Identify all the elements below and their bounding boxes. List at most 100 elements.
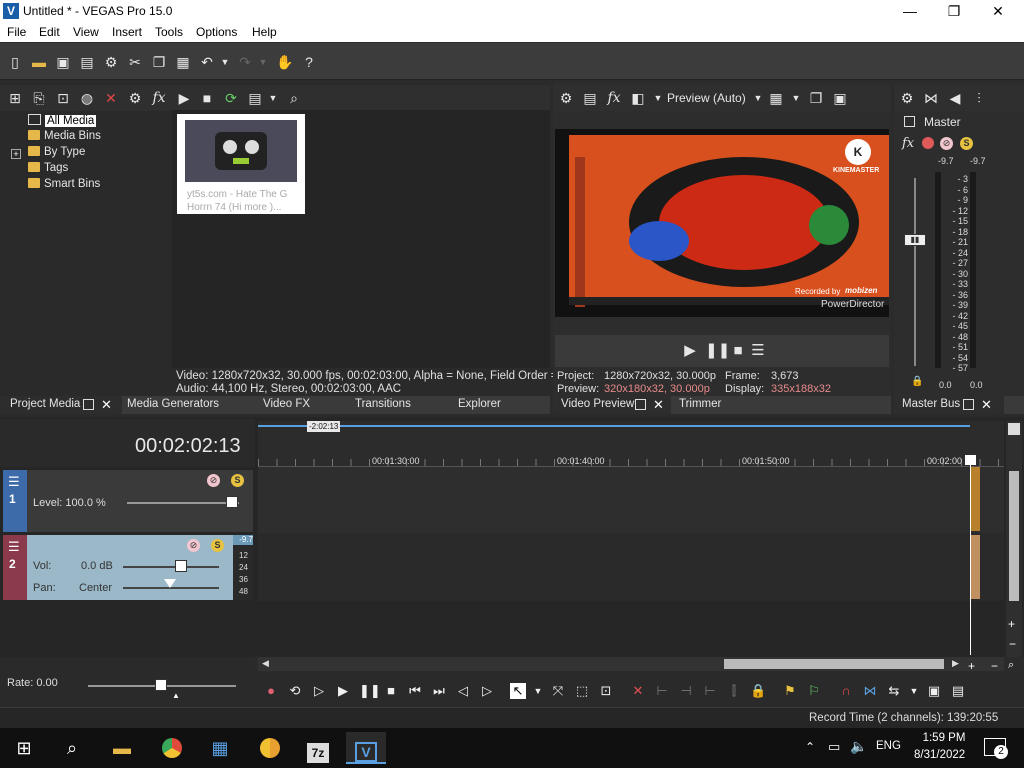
play-media-icon[interactable]: ▶	[175, 89, 193, 107]
ripple-edit-icon[interactable]: ⇆	[886, 683, 902, 699]
next-frame-icon[interactable]: ▷	[479, 683, 495, 699]
stop-media-icon[interactable]: ■	[198, 89, 216, 107]
preview-stop-icon[interactable]: ■	[729, 342, 747, 360]
copy-icon[interactable]: ❐	[150, 53, 168, 71]
tree-all-media[interactable]: All Media	[28, 114, 101, 130]
hscroll-thumb[interactable]	[724, 659, 944, 669]
zoom-out-vertical-icon[interactable]: −	[1009, 637, 1016, 651]
help-icon[interactable]: ?	[300, 53, 318, 71]
track2-lane[interactable]	[258, 533, 1004, 601]
tab-transitions[interactable]: Transitions	[355, 398, 411, 410]
capture-icon[interactable]: ⎘	[30, 89, 48, 107]
preview-tab-undock-icon[interactable]	[635, 399, 646, 410]
menu-edit[interactable]: Edit	[39, 25, 60, 39]
network-icon[interactable]: ▭	[828, 739, 840, 755]
menu-insert[interactable]: Insert	[112, 25, 142, 39]
edit-tool-dropdown-icon[interactable]: ▼	[530, 683, 546, 699]
clock-time[interactable]: 1:59 PM	[918, 732, 970, 744]
record-icon[interactable]: ●	[263, 683, 279, 699]
track1-lane[interactable]	[258, 467, 1004, 533]
tab-media-generators[interactable]: Media Generators	[127, 398, 219, 410]
tree-smart-bins[interactable]: Smart Bins	[28, 178, 101, 194]
menu-tools[interactable]: Tools	[155, 25, 183, 39]
master-checkbox[interactable]	[904, 116, 915, 127]
clock-date[interactable]: 8/31/2022	[914, 749, 965, 761]
delete-icon[interactable]: ✕	[630, 683, 646, 699]
chrome-icon[interactable]	[152, 732, 192, 764]
menu-view[interactable]: View	[73, 25, 99, 39]
scroll-right-icon[interactable]: ▶	[952, 658, 959, 669]
stop-icon[interactable]: ■	[383, 683, 399, 699]
lock-envelopes-icon[interactable]: 🔒	[750, 683, 766, 699]
timeline-menu-icon[interactable]	[1008, 423, 1020, 435]
copy-snapshot-icon[interactable]: ❐	[807, 89, 825, 107]
zoom-tool-icon[interactable]: ⌕	[1008, 659, 1014, 672]
menu-options[interactable]: Options	[196, 25, 237, 39]
start-windows-icon[interactable]: ⊞	[4, 732, 44, 764]
preview-fx-icon[interactable]: fx	[605, 89, 623, 107]
play-from-start-icon[interactable]: ▷	[311, 683, 327, 699]
timeline-vscroll[interactable]: + −	[1006, 421, 1022, 657]
control-panel-icon[interactable]: ▦	[200, 732, 240, 764]
tab-video-preview[interactable]: Video Preview	[561, 398, 634, 410]
playhead-marker[interactable]	[965, 455, 976, 465]
track1-mute-icon[interactable]: ⊘	[207, 474, 220, 487]
split-dropdown-icon[interactable]: ▼	[649, 89, 667, 107]
views-dropdown-icon[interactable]: ▼	[264, 89, 282, 107]
playhead-line[interactable]	[970, 455, 971, 655]
tab-close-icon[interactable]: ✕	[101, 397, 112, 413]
file-explorer-icon[interactable]: ▬	[102, 732, 142, 764]
tab-undock-icon[interactable]	[83, 399, 94, 410]
ripple-dropdown-icon[interactable]: ▼	[906, 683, 922, 699]
save-snapshot-icon[interactable]: ▣	[831, 89, 849, 107]
language-indicator[interactable]: ENG	[876, 740, 901, 752]
preview-quality[interactable]: Preview (Auto)	[667, 91, 746, 105]
scroll-left-icon[interactable]: ◀	[262, 658, 269, 669]
chrome-canary-icon[interactable]	[250, 732, 290, 764]
track2-vol-thumb[interactable]	[175, 560, 187, 572]
vegas-taskbar-icon[interactable]: V	[346, 732, 386, 764]
track1-level-thumb[interactable]	[226, 496, 238, 508]
preview-menu-icon[interactable]: ☰	[749, 342, 767, 360]
normal-edit-tool-icon[interactable]: ↖	[510, 683, 526, 699]
video-event-clip[interactable]	[970, 467, 980, 531]
pause-icon[interactable]: ❚❚	[359, 683, 381, 699]
maximize-button[interactable]: ❐	[944, 2, 964, 20]
preview-tab-close-icon[interactable]: ✕	[653, 397, 664, 413]
envelope-tool-icon[interactable]: ⤧	[550, 683, 566, 699]
track2-pan-thumb[interactable]	[164, 579, 176, 588]
timeline-hscroll[interactable]: ◀ ▶	[258, 657, 1004, 671]
event-pan-crop-icon[interactable]: ▣	[926, 683, 942, 699]
tab-video-fx[interactable]: Video FX	[263, 398, 310, 410]
properties-gear-icon[interactable]: ⚙	[102, 53, 120, 71]
zoom-edit-tool-icon[interactable]: ⊡	[598, 683, 614, 699]
expand-by-type-icon[interactable]: +	[11, 149, 21, 159]
master-fader-thumb[interactable]: ▮▮	[904, 234, 926, 246]
fx-icon[interactable]: fx	[150, 89, 168, 107]
media-properties-icon[interactable]: ⚙	[126, 89, 144, 107]
save-as-icon[interactable]: ▤	[78, 53, 96, 71]
master-tab-close-icon[interactable]: ✕	[981, 397, 992, 413]
views-icon[interactable]: ▤	[246, 89, 264, 107]
master-properties-icon[interactable]: ⚙	[898, 89, 916, 107]
mixer-sliders-icon[interactable]: ⫶	[970, 89, 988, 107]
get-media-icon[interactable]: ⊡	[54, 89, 72, 107]
split-screen-icon[interactable]: ◧	[629, 89, 647, 107]
overlays-grid-icon[interactable]: ▦	[767, 89, 785, 107]
master-lock-icon[interactable]: 🔒	[911, 376, 923, 387]
preview-play-icon[interactable]: ▶	[681, 342, 699, 360]
zoom-out-horizontal-icon[interactable]: −	[991, 659, 998, 673]
master-mute-icon[interactable]: ⊘	[940, 137, 953, 150]
zoom-in-vertical-icon[interactable]: +	[1008, 617, 1015, 631]
master-fx-bypass-icon[interactable]	[922, 137, 934, 149]
track2-mute-icon[interactable]: ⊘	[187, 539, 200, 552]
save-icon[interactable]: ▣	[54, 53, 72, 71]
event-fx-icon[interactable]: ▤	[950, 683, 966, 699]
tree-media-bins[interactable]: Media Bins	[28, 130, 101, 146]
preview-pause-icon[interactable]: ❚❚	[705, 342, 730, 360]
menu-file[interactable]: File	[7, 25, 26, 39]
dim-output-icon[interactable]: ◀	[946, 89, 964, 107]
track1-solo-icon[interactable]: S	[231, 474, 244, 487]
loop-region-bar[interactable]	[258, 425, 970, 427]
master-fx-icon[interactable]: fx	[902, 136, 914, 151]
